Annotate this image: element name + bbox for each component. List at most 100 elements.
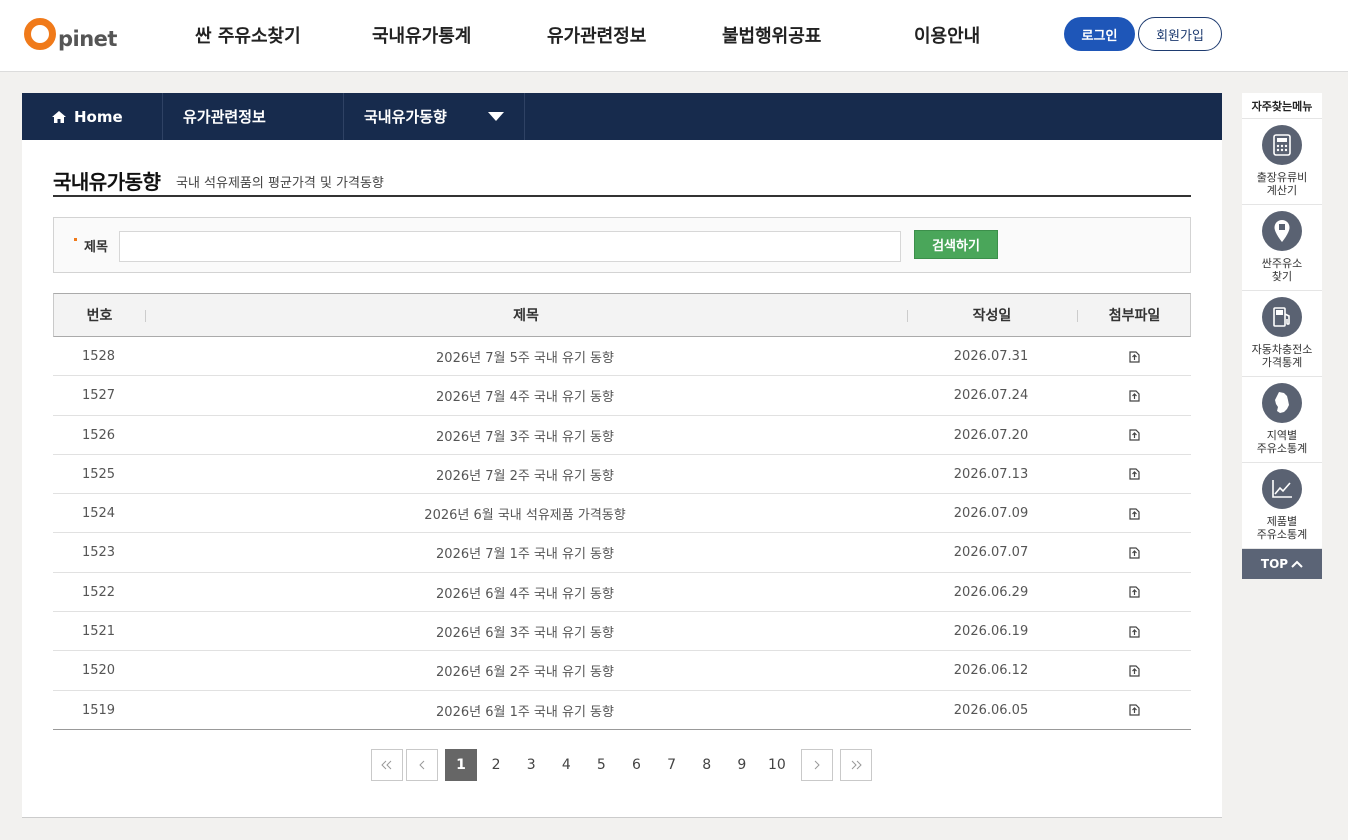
scroll-top-button[interactable]: TOP — [1242, 549, 1322, 579]
row-date: 2026.06.19 — [953, 624, 1029, 640]
first-page-button[interactable] — [371, 749, 403, 781]
attachment-file-icon — [1128, 547, 1140, 559]
table-row: 1528 2026년 7월 5주 국내 유기 동향 2026.07.31 — [53, 337, 1191, 377]
header-title: 제목 — [513, 308, 539, 324]
quick-item-charging-station-stats[interactable]: 자동차충전소 가격통계 — [1242, 291, 1322, 377]
next-page-button[interactable] — [801, 749, 833, 781]
nav-guide[interactable]: 이용안내 — [914, 22, 980, 48]
row-no: 1520 — [81, 663, 116, 679]
row-title-link[interactable]: 2026년 7월 2주 국내 유기 동향 — [144, 455, 906, 494]
breadcrumb-home[interactable]: Home — [22, 93, 163, 140]
last-page-button[interactable] — [840, 749, 872, 781]
login-button[interactable]: 로그인 — [1064, 17, 1135, 51]
table-row: 1520 2026년 6월 2주 국내 유기 동향 2026.06.12 — [53, 651, 1191, 691]
top-label: TOP — [1260, 557, 1289, 571]
row-title-link[interactable]: 2026년 6월 3주 국내 유기 동향 — [144, 612, 906, 651]
quick-item-product-stats[interactable]: 제품별 주유소통계 — [1242, 463, 1322, 549]
site-header: pinet 싼 주유소찾기 국내유가통계 유가관련정보 불법행위공표 이용안내 … — [0, 0, 1348, 72]
page-number-9[interactable]: 9 — [726, 749, 758, 781]
page-number-4[interactable]: 4 — [550, 749, 582, 781]
nav-violations[interactable]: 불법행위공표 — [722, 22, 821, 48]
quick-item-label: 출장유류비 계산기 — [1256, 171, 1308, 197]
page-number-1[interactable]: 1 — [445, 749, 477, 781]
breadcrumb-level2-dropdown[interactable]: 국내유가동향 — [344, 93, 525, 140]
search-box: 제목 검색하기 — [53, 217, 1191, 273]
row-date: 2026.07.31 — [953, 349, 1029, 364]
bullet-icon — [74, 238, 77, 241]
quick-item-regional-stats[interactable]: 지역별 주유소통계 — [1242, 377, 1322, 463]
nav-oil-info[interactable]: 유가관련정보 — [547, 22, 646, 48]
breadcrumb-level1[interactable]: 유가관련정보 — [163, 93, 344, 140]
prev-page-button[interactable] — [406, 749, 438, 781]
row-no: 1524 — [81, 506, 116, 522]
row-no: 1526 — [81, 427, 116, 443]
page-number-10[interactable]: 10 — [761, 749, 793, 781]
row-no: 1522 — [81, 584, 116, 600]
page-number-3[interactable]: 3 — [515, 749, 547, 781]
row-date: 2026.07.09 — [953, 506, 1029, 522]
page-title: 국내유가동향 — [53, 170, 161, 194]
header-no: 번호 — [86, 308, 113, 324]
row-no: 1527 — [81, 388, 116, 404]
search-input[interactable] — [119, 231, 901, 262]
breadcrumb: Home 유가관련정보 국내유가동향 — [22, 93, 1222, 140]
fuel-pump-icon — [1262, 297, 1302, 337]
opinet-logo[interactable]: pinet — [24, 12, 117, 52]
attachment-file-icon — [1128, 390, 1140, 402]
join-button[interactable]: 회원가입 — [1138, 17, 1222, 51]
attachment-button[interactable] — [1076, 376, 1191, 415]
row-date: 2026.07.20 — [953, 427, 1029, 443]
attachment-button[interactable] — [1076, 533, 1191, 572]
row-title-link[interactable]: 2026년 6월 국내 석유제품 가격동향 — [144, 494, 906, 533]
board-table: 번호 제목 작성일 첨부파일 1528 2026년 7월 5주 국내 유기 동향 2… — [53, 293, 1191, 730]
chevron-left-icon — [419, 760, 425, 770]
page-number-5[interactable]: 5 — [585, 749, 617, 781]
row-title-link[interactable]: 2026년 7월 3주 국내 유기 동향 — [144, 416, 906, 455]
attachment-button[interactable] — [1076, 455, 1191, 494]
korea-map-icon — [1262, 383, 1302, 423]
attachment-button[interactable] — [1076, 612, 1191, 651]
calculator-icon — [1262, 125, 1302, 165]
breadcrumb-home-label: Home — [74, 107, 123, 126]
attachment-file-icon — [1128, 508, 1140, 520]
row-title-link[interactable]: 2026년 7월 5주 국내 유기 동향 — [144, 337, 906, 376]
attachment-button[interactable] — [1076, 691, 1191, 730]
nav-domestic-stats[interactable]: 국내유가통계 — [372, 22, 471, 48]
attachment-button[interactable] — [1076, 573, 1191, 612]
location-pin-icon — [1262, 211, 1302, 251]
table-body: 1528 2026년 7월 5주 국내 유기 동향 2026.07.31 1527 20… — [53, 337, 1191, 730]
row-no: 1525 — [81, 466, 116, 482]
attachment-button[interactable] — [1076, 494, 1191, 533]
search-button[interactable]: 검색하기 — [914, 230, 998, 259]
quick-item-cheap-station[interactable]: 싼주유소 찾기 — [1242, 205, 1322, 291]
title-divider — [53, 195, 1191, 197]
row-title-link[interactable]: 2026년 6월 2주 국내 유기 동향 — [144, 651, 906, 690]
row-date: 2026.06.12 — [953, 663, 1029, 679]
nav-cheap-station[interactable]: 싼 주유소찾기 — [195, 22, 301, 48]
row-date: 2026.07.24 — [953, 388, 1029, 404]
header-file: 첨부파일 — [1108, 308, 1161, 324]
attachment-button[interactable] — [1076, 416, 1191, 455]
quick-item-travel-fuel-calculator[interactable]: 출장유류비 계산기 — [1242, 119, 1322, 205]
attachment-file-icon — [1128, 586, 1140, 598]
page-number-8[interactable]: 8 — [691, 749, 723, 781]
table-row: 1525 2026년 7월 2주 국내 유기 동향 2026.07.13 — [53, 455, 1191, 495]
page-number-2[interactable]: 2 — [480, 749, 512, 781]
quick-menu: 자주찾는메뉴 출장유류비 계산기 싼주유소 찾기 자동차충전소 가격통계 지역별… — [1242, 93, 1322, 579]
row-title-link[interactable]: 2026년 7월 1주 국내 유기 동향 — [144, 533, 906, 572]
row-no: 1519 — [81, 702, 116, 718]
row-title-link[interactable]: 2026년 6월 4주 국내 유기 동향 — [144, 573, 906, 612]
page-description: 국내 석유제품의 평균가격 및 가격동향 — [176, 176, 384, 191]
row-title-link[interactable]: 2026년 6월 1주 국내 유기 동향 — [144, 691, 906, 730]
attachment-button[interactable] — [1076, 651, 1191, 690]
content-panel: 국내유가동향 국내 석유제품의 평균가격 및 가격동향 제목 검색하기 번호 제… — [22, 140, 1222, 818]
table-row: 1523 2026년 7월 1주 국내 유기 동향 2026.07.07 — [53, 533, 1191, 573]
row-title-link[interactable]: 2026년 7월 4주 국내 유기 동향 — [144, 376, 906, 415]
page-number-7[interactable]: 7 — [656, 749, 688, 781]
attachment-file-icon — [1128, 429, 1140, 441]
table-row: 1524 2026년 6월 국내 석유제품 가격동향 2026.07.09 — [53, 494, 1191, 534]
page-number-6[interactable]: 6 — [621, 749, 653, 781]
chevron-up-icon — [1291, 560, 1303, 568]
attachment-button[interactable] — [1076, 337, 1191, 376]
row-no: 1528 — [81, 349, 116, 364]
